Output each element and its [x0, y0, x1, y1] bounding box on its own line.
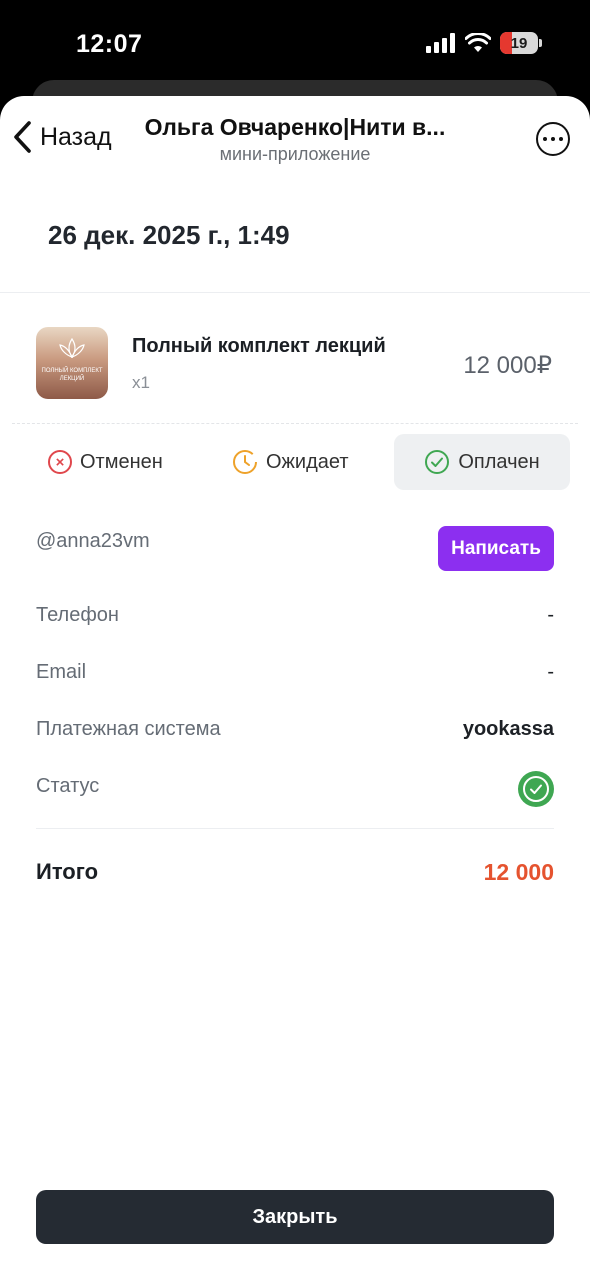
status-ok-icon [518, 771, 554, 807]
status-tab-label: Ожидает [266, 450, 349, 473]
app-title: Ольга Овчаренко|Нити в... [144, 114, 446, 140]
order-sheet: Назад Ольга Овчаренко|Нити в... мини-при… [0, 96, 590, 1280]
nav-title: Ольга Овчаренко|Нити в... мини-приложени… [120, 114, 470, 165]
status-tab-label: Отменен [80, 450, 163, 473]
close-button[interactable]: Закрыть [36, 1190, 554, 1244]
product-name: Полный комплект лекций [132, 335, 386, 357]
clock-icon [233, 450, 257, 474]
status-tab-cancelled[interactable]: × Отменен [48, 434, 163, 490]
customer-handle: @anna23vm [36, 530, 150, 552]
detail-row-email: Email - [36, 643, 554, 700]
wifi-icon [465, 33, 491, 52]
status-tab-pending[interactable]: Ожидает [232, 434, 349, 490]
battery-level: 19 [510, 34, 528, 52]
customer-row: @anna23vm Написать [36, 496, 554, 586]
total-value: 12 000 [483, 859, 554, 885]
product-thumbnail-text: ПОЛНЫЙ КОМПЛЕКТ ЛЕКЦИЙ [41, 368, 103, 382]
detail-value: - [547, 604, 554, 626]
detail-label: Email [36, 661, 87, 683]
status-bar: 12:07 19 [0, 0, 590, 90]
back-button[interactable]: Назад [10, 118, 112, 156]
status-time: 12:07 [76, 30, 143, 58]
chevron-left-icon [14, 121, 31, 153]
order-details: @anna23vm Написать Телефон - Email - Пла… [0, 496, 590, 909]
total-row: Итого 12 000 [36, 829, 554, 909]
nav-bar: Назад Ольга Овчаренко|Нити в... мини-при… [0, 96, 590, 192]
lotus-icon [59, 337, 85, 359]
detail-label: Статус [36, 775, 100, 797]
write-message-button[interactable]: Написать [438, 526, 554, 571]
order-date: 26 дек. 2025 г., 1:49 [48, 220, 290, 250]
detail-row-status: Статус [36, 757, 554, 814]
detail-row-payment-system: Платежная система yookassa [36, 700, 554, 757]
detail-value: yookassa [462, 718, 554, 740]
detail-label: Телефон [36, 604, 119, 626]
detail-value: - [547, 661, 554, 683]
total-label: Итого [36, 859, 99, 884]
cellular-signal-icon [426, 33, 455, 53]
more-icon[interactable] [536, 122, 570, 156]
status-tab-paid[interactable]: Оплачен [394, 434, 570, 490]
app-subtitle: мини-приложение [219, 144, 371, 164]
back-label: Назад [40, 122, 112, 151]
order-date-row: 26 дек. 2025 г., 1:49 [0, 192, 590, 293]
product-thumbnail: ПОЛНЫЙ КОМПЛЕКТ ЛЕКЦИЙ [36, 327, 108, 399]
product-quantity: x1 [132, 373, 150, 392]
detail-label: Платежная система [36, 718, 221, 740]
detail-row-phone: Телефон - [36, 586, 554, 643]
product-price: 12 000₽ [463, 352, 552, 379]
cancel-icon: × [48, 450, 72, 474]
status-tab-label: Оплачен [458, 450, 540, 473]
status-icons: 19 [426, 32, 542, 54]
check-circle-icon [425, 450, 450, 474]
status-tabs: × Отменен Ожидает Оплачен [12, 423, 578, 496]
battery-icon: 19 [500, 32, 538, 54]
product-item: ПОЛНЫЙ КОМПЛЕКТ ЛЕКЦИЙ Полный комплект л… [0, 293, 590, 423]
